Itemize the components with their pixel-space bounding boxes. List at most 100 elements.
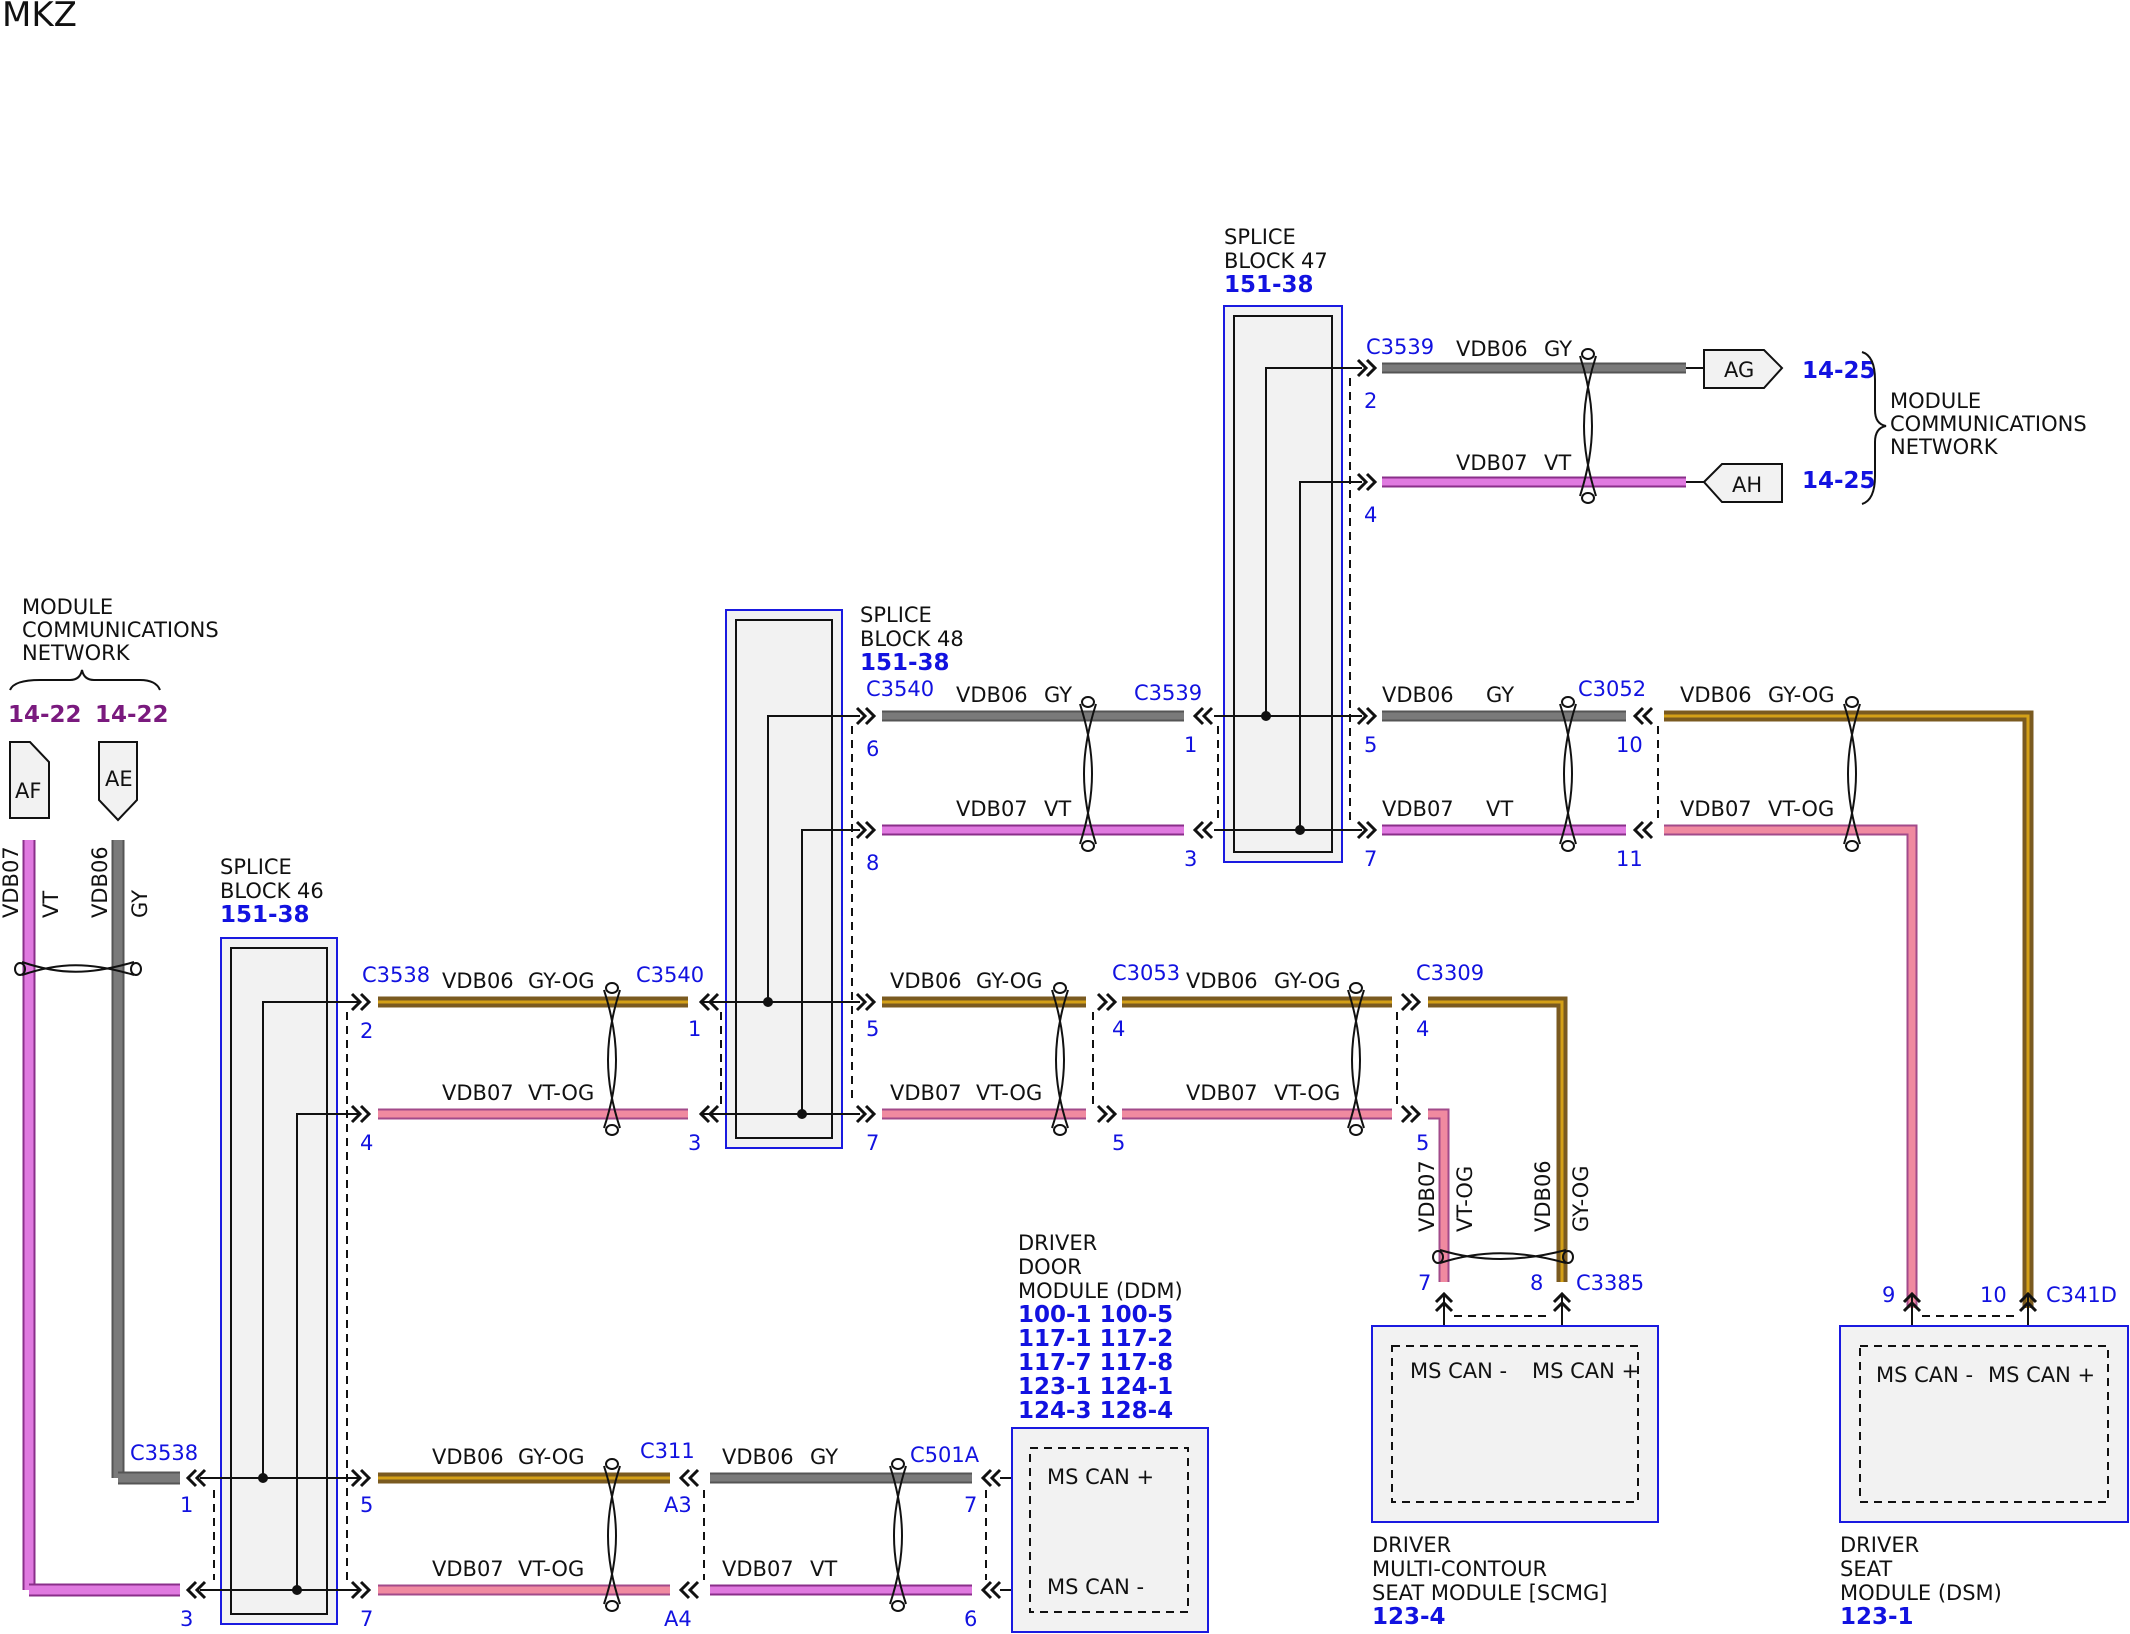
connector-label: C341D (2046, 1283, 2117, 1307)
circuit-label: VDB07 (1382, 797, 1454, 821)
left-network-header: MODULE COMMUNICATIONS NETWORK 14-22 14-2… (8, 595, 219, 728)
page-ref-link[interactable]: 151-38 (1224, 272, 1314, 298)
tag-label: AF (15, 779, 41, 803)
page-ref-link[interactable]: 14-25 (1802, 468, 1876, 494)
pin-label: 5 (1416, 1131, 1429, 1155)
pin-label: 5 (866, 1017, 879, 1041)
pin-label: 6 (866, 737, 879, 761)
connector-label: C3052 (1578, 677, 1646, 701)
page-ref-link[interactable]: 117-1 117-2 (1018, 1326, 1173, 1352)
wires-sb48-scmg: VDB06 GY-OG VDB07 VT-OG C3053 4 5 VDB06 … (882, 961, 1644, 1326)
page-ref-link[interactable]: 14-22 (8, 702, 82, 728)
tag-label: AE (105, 767, 133, 791)
pin-label: 2 (360, 1019, 373, 1043)
circuit-label: VDB06 (1456, 337, 1528, 361)
dsm-module: MS CAN - MS CAN + DRIVER SEAT MODULE (DS… (1839, 1325, 2129, 1630)
circuit-label: VDB06 (1531, 1160, 1555, 1232)
circuit-label: VDB06 (956, 683, 1028, 707)
module-name: MODULE (DDM) (1018, 1279, 1183, 1303)
wires-sb46-sb48: VDB06 GY-OG VDB07 VT-OG (378, 969, 688, 1136)
page-ref-link[interactable]: 117-7 117-8 (1018, 1350, 1173, 1376)
color-label: VT (1044, 797, 1071, 821)
page-ref-link[interactable]: 14-25 (1802, 358, 1876, 384)
wires-sb48-sb47: VDB06 GY VDB07 VT C3539 1 3 (882, 681, 1214, 871)
color-label: VT-OG (1274, 1081, 1340, 1105)
module-name: DRIVER (1372, 1533, 1451, 1557)
page-ref-link[interactable]: 151-38 (860, 650, 950, 676)
color-label: VT (1486, 797, 1513, 821)
splice-body (230, 947, 328, 1615)
scmg-module: MS CAN - MS CAN + DRIVER MULTI-CONTOUR S… (1371, 1325, 1659, 1630)
tag-ae: AE (98, 741, 138, 822)
circuit-label: VDB07 (890, 1081, 962, 1105)
splice-title: SPLICE (1224, 225, 1296, 249)
module-name: DOOR (1018, 1255, 1082, 1279)
pin-label: 10 (1616, 733, 1643, 757)
color-label: GY-OG (1569, 1165, 1593, 1232)
circuit-label: VDB07 (432, 1557, 504, 1581)
pin-label: 7 (964, 1493, 977, 1517)
splice-block-46: SPLICE BLOCK 46 151-38 (200, 855, 360, 1625)
page-ref-link[interactable]: 123-4 (1372, 1604, 1446, 1630)
page-ref-link[interactable]: 124-3 128-4 (1018, 1398, 1173, 1424)
module-name: SEAT MODULE [SCMG] (1372, 1581, 1607, 1605)
pin-label: 4 (1112, 1017, 1125, 1041)
module-box (1839, 1325, 2129, 1523)
pin-label: 3 (1184, 847, 1197, 871)
module-pin-label: MS CAN + (1532, 1359, 1639, 1383)
tag-ag: AG (1703, 349, 1784, 389)
color-label: GY-OG (518, 1445, 585, 1469)
color-label: VT-OG (518, 1557, 584, 1581)
pin-label: 5 (360, 1493, 373, 1517)
page-ref-link[interactable]: 100-1 100-5 (1018, 1302, 1173, 1328)
module-name: DRIVER (1840, 1533, 1919, 1557)
tag-label: AH (1732, 473, 1762, 497)
connector-label: C3539 (1366, 335, 1434, 359)
connector-label: C3385 (1576, 1271, 1644, 1295)
circuit-label: VDB06 (722, 1445, 794, 1469)
color-label: GY (1044, 683, 1072, 707)
splice-title: BLOCK 46 (220, 879, 324, 903)
pin-label: 3 (180, 1607, 193, 1631)
left-vertical-wires: VDB07 VT VDB06 GY (0, 840, 180, 1597)
circuit-label: VDB07 (442, 1081, 514, 1105)
module-pin-label: MS CAN - (1410, 1359, 1507, 1383)
pin-label: 5 (1112, 1131, 1125, 1155)
color-label: GY (810, 1445, 838, 1469)
pin-label: 9 (1882, 1283, 1895, 1307)
module-box (1011, 1427, 1209, 1633)
color-label: VT-OG (528, 1081, 594, 1105)
splice-title: BLOCK 48 (860, 627, 964, 651)
tag-af: AF (9, 741, 50, 819)
module-pin-label: MS CAN - (1876, 1363, 1973, 1387)
pin-label: 1 (1184, 733, 1197, 757)
page-title: MKZ (2, 0, 77, 35)
connector-label: C3540 (866, 677, 934, 701)
connector-label: C3539 (1134, 681, 1202, 705)
network-brace (9, 669, 161, 691)
wires-sb47-network: VDB06 GY VDB07 VT (1382, 337, 1704, 504)
module-box (1371, 1325, 1659, 1523)
pin-label: 8 (866, 851, 879, 875)
circuit-label: VDB07 (956, 797, 1028, 821)
page-ref-link[interactable]: 14-22 (95, 702, 169, 728)
tag-label: AG (1724, 358, 1754, 382)
module-pin-label: MS CAN + (1047, 1465, 1154, 1489)
pin-label: A3 (664, 1493, 692, 1517)
splice-title: BLOCK 47 (1224, 249, 1328, 273)
page-ref-link[interactable]: 123-1 (1840, 1604, 1914, 1630)
color-label: VT-OG (1768, 797, 1834, 821)
color-label: GY-OG (1768, 683, 1835, 707)
page-ref-link[interactable]: 123-1 124-1 (1018, 1374, 1173, 1400)
circuit-label: VDB07 (722, 1557, 794, 1581)
pin-label: A4 (664, 1607, 692, 1631)
color-label: GY-OG (528, 969, 595, 993)
network-label-line: COMMUNICATIONS (22, 618, 219, 642)
module-name: MULTI-CONTOUR (1372, 1557, 1547, 1581)
wiring-diagram: MKZ MODULE COMMUNICATIONS NETWORK 14-22 … (0, 0, 2129, 1633)
splice-body (735, 619, 833, 1139)
splice-body (1233, 315, 1333, 853)
circuit-label: VDB07 (1456, 451, 1528, 475)
tag-ah: AH (1702, 463, 1783, 503)
page-ref-link[interactable]: 151-38 (220, 902, 310, 928)
